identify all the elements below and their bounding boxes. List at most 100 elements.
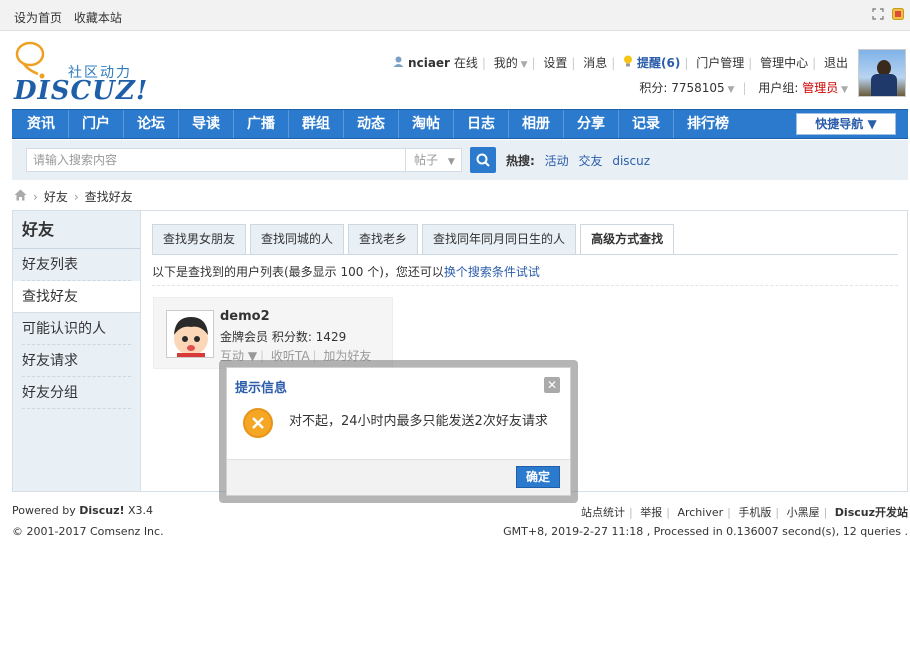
user-bar: nciaer 在线 | 我的 ▼ | 设置 | 消息 | 提醒(6) | 门户管理 | 管理… <box>393 54 848 71</box>
breadcrumb-friends[interactable]: 好友 <box>44 188 68 205</box>
divider <box>152 285 898 286</box>
tabs-divider <box>152 254 898 255</box>
footer-link-stats[interactable]: 站点统计 <box>581 506 625 519</box>
points-menu[interactable]: 积分: 7758105 <box>639 81 724 95</box>
tab-find-partner[interactable]: 查找男女朋友 <box>152 224 247 254</box>
logo-bulb-icon <box>15 41 45 79</box>
nav-item[interactable]: 群组 <box>289 110 344 138</box>
set-home-link[interactable]: 设为首页 <box>14 11 62 25</box>
sidebar-item-may-know[interactable]: 可能认识的人 <box>22 313 131 345</box>
close-icon[interactable]: ✕ <box>544 377 560 393</box>
dialog-message: 对不起，24小时内最多只能发送2次好友请求 <box>289 414 548 429</box>
footer-link-mobile[interactable]: 手机版 <box>738 506 771 519</box>
main-nav: 资讯 门户 论坛 导读 广播 群组 动态 淘帖 日志 相册 分享 记录 排行榜 快捷导航 ▼ <box>12 109 908 139</box>
nav-item[interactable]: 相册 <box>509 110 564 138</box>
hot-keyword[interactable]: discuz <box>612 154 650 168</box>
user-icon <box>393 56 408 70</box>
hot-search: 热搜: 活动 交友 discuz <box>506 152 656 169</box>
result-notice: 以下是查找到的用户列表(最多显示 100 个)，您还可以换个搜索条件试试 <box>152 263 540 280</box>
nav-item[interactable]: 动态 <box>344 110 399 138</box>
nav-item[interactable]: 门户 <box>69 110 124 138</box>
footer-powered: Powered by Discuz! X3.4 <box>12 504 153 517</box>
search-type-select[interactable]: 帖子 ▼ <box>406 148 462 172</box>
logout-link[interactable]: 退出 <box>824 56 848 70</box>
logo-en-text: DISCUZ! <box>14 76 149 106</box>
chevron-down-icon: ▼ <box>517 60 528 70</box>
search-icon <box>476 153 490 167</box>
sidebar-item-friend-list[interactable]: 好友列表 <box>22 249 131 281</box>
result-avatar[interactable] <box>166 310 214 358</box>
hot-keyword[interactable]: 活动 <box>545 154 569 168</box>
search-bar: 请输入搜索内容 帖子 ▼ 热搜: 活动 交友 discuz <box>12 140 908 180</box>
nav-item[interactable]: 导读 <box>179 110 234 138</box>
usergroup-label: 用户组: <box>758 81 803 95</box>
result-username[interactable]: demo2 <box>220 309 270 324</box>
tab-same-birthday[interactable]: 查找同年同月同日生的人 <box>422 224 577 254</box>
footer-link-report[interactable]: 举报 <box>640 506 662 519</box>
powered-name[interactable]: Discuz! <box>79 504 124 517</box>
style-switch-icon[interactable] <box>892 8 904 20</box>
tab-advanced-search[interactable]: 高级方式查找 <box>580 224 675 255</box>
breadcrumb-separator: › <box>73 189 79 204</box>
nav-item[interactable]: 记录 <box>619 110 674 138</box>
error-icon <box>243 408 273 438</box>
my-menu[interactable]: 我的 <box>494 56 518 70</box>
sidebar-title: 好友 <box>13 211 140 249</box>
dialog-title: 提示信息 <box>235 381 288 396</box>
online-status: 在线 <box>453 56 478 70</box>
fullscreen-icon[interactable] <box>872 8 884 20</box>
usergroup-value[interactable]: 管理员 <box>802 81 838 95</box>
hot-label: 热搜: <box>506 154 535 168</box>
nav-item[interactable]: 排行榜 <box>674 110 742 138</box>
footer-link-blackroom[interactable]: 小黑屋 <box>787 506 820 519</box>
messages-link[interactable]: 消息 <box>583 56 607 70</box>
tab-same-city[interactable]: 查找同城的人 <box>250 224 345 254</box>
tab-hometown[interactable]: 查找老乡 <box>348 224 419 254</box>
friends-sidebar: 好友 好友列表 查找好友 可能认识的人 好友请求 好友分组 <box>12 210 141 492</box>
breadcrumb-separator: › <box>33 189 38 204</box>
ok-button[interactable]: 确定 <box>516 466 560 488</box>
search-input[interactable]: 请输入搜索内容 <box>26 148 406 172</box>
lightbulb-icon <box>623 55 637 70</box>
remind-link[interactable]: 提醒(6) <box>637 56 680 70</box>
sidebar-item-find-friends[interactable]: 查找好友 <box>13 281 140 313</box>
user-avatar[interactable] <box>858 49 906 97</box>
nav-item[interactable]: 淘帖 <box>399 110 454 138</box>
nav-item[interactable]: 论坛 <box>124 110 179 138</box>
sidebar-item-friend-groups[interactable]: 好友分组 <box>22 377 131 409</box>
admin-center-link[interactable]: 管理中心 <box>760 56 808 70</box>
quick-nav-button[interactable]: 快捷导航 ▼ <box>796 113 896 135</box>
sidebar-item-friend-requests[interactable]: 好友请求 <box>22 345 131 377</box>
nav-item[interactable]: 广播 <box>234 110 289 138</box>
notice-dialog: 提示信息 ✕ 对不起，24小时内最多只能发送2次好友请求 确定 <box>226 367 571 496</box>
nav-item[interactable]: 分享 <box>564 110 619 138</box>
user-bar-row2: 积分: 7758105 ▼ | 用户组: 管理员 ▼ <box>639 81 848 95</box>
footer-link-studio[interactable]: Discuz开发站 <box>835 506 908 519</box>
chevron-down-icon: ▼ <box>838 85 848 95</box>
search-type-value: 帖子 <box>414 153 439 167</box>
nav-item[interactable]: 日志 <box>454 110 509 138</box>
nav-item[interactable]: 资讯 <box>14 110 69 138</box>
breadcrumb: › 好友 › 查找好友 <box>14 188 133 205</box>
powered-version: X3.4 <box>124 504 154 517</box>
search-button[interactable] <box>470 147 496 173</box>
site-logo[interactable]: 社区动力 DISCUZ! <box>14 40 147 106</box>
result-user-info: 金牌会员 积分数: 1429 <box>220 330 347 344</box>
powered-prefix: Powered by <box>12 504 80 517</box>
bookmark-link[interactable]: 收藏本站 <box>74 11 122 25</box>
hot-keyword[interactable]: 交友 <box>578 154 602 168</box>
settings-link[interactable]: 设置 <box>543 56 567 70</box>
home-icon[interactable] <box>14 189 27 204</box>
search-tabs: 查找男女朋友 查找同城的人 查找老乡 查找同年同月同日生的人 高级方式查找 <box>152 224 678 255</box>
chevron-down-icon: ▼ <box>724 85 735 95</box>
footer-links: 站点统计 | 举报 | Archiver | 手机版 | 小黑屋 | Discuz开发站 <box>581 506 908 519</box>
user-result-card: demo2 金牌会员 积分数: 1429 互动 ▼ | 收听TA | 加为好友 <box>153 297 393 369</box>
top-bar: 设为首页 收藏本站 <box>0 0 910 31</box>
username-link[interactable]: nciaer <box>408 56 450 70</box>
portal-admin-link[interactable]: 门户管理 <box>696 56 744 70</box>
result-notice-text: 以下是查找到的用户列表(最多显示 100 个)，您还可以 <box>152 265 444 279</box>
breadcrumb-find-friends: 查找好友 <box>84 190 133 204</box>
footer-link-archiver[interactable]: Archiver <box>677 506 723 519</box>
footer-copyright: © 2001-2017 Comsenz Inc. <box>12 525 164 538</box>
change-criteria-link[interactable]: 换个搜索条件试试 <box>444 265 540 279</box>
